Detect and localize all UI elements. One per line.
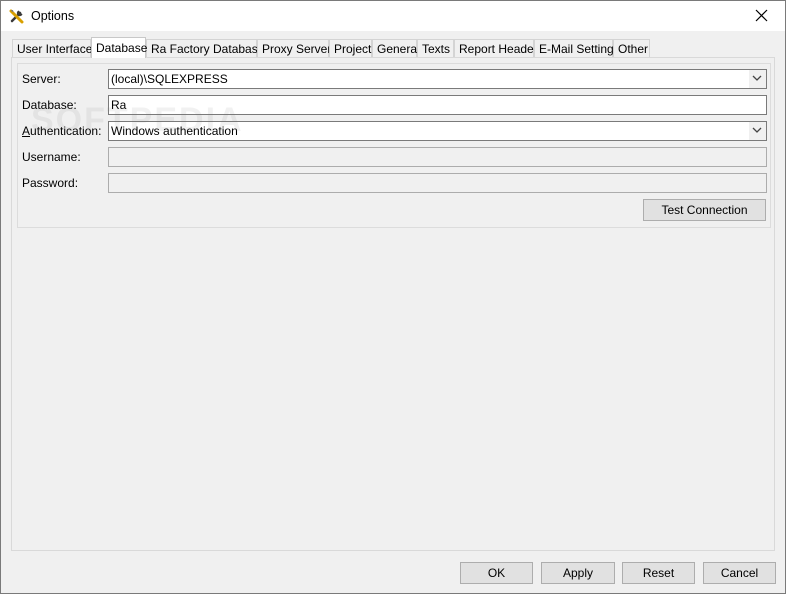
server-dropdown-button[interactable] (748, 70, 766, 88)
tools-icon (9, 8, 25, 24)
apply-button[interactable]: Apply (541, 562, 615, 584)
tab-proxy-server[interactable]: Proxy Server (257, 39, 331, 57)
tab-project[interactable]: Project (329, 39, 372, 57)
window-title: Options (31, 9, 75, 23)
tab-other[interactable]: Other (613, 39, 650, 57)
authentication-label: Authentication: (22, 124, 101, 138)
chevron-down-icon (752, 75, 762, 81)
tab-ra-factory-database[interactable]: Ra Factory Database (146, 39, 264, 57)
password-label: Password: (22, 176, 79, 190)
close-button[interactable] (739, 1, 785, 31)
close-icon (755, 9, 768, 22)
database-input[interactable]: Ra (108, 95, 767, 115)
username-input[interactable] (108, 147, 767, 167)
tab-report-header[interactable]: Report Header (454, 39, 538, 57)
chevron-down-icon (752, 127, 762, 133)
tab-user-interface[interactable]: User Interface (12, 39, 92, 57)
authentication-combobox[interactable]: Windows authentication (108, 121, 767, 141)
tab-texts[interactable]: Texts (417, 39, 454, 57)
database-label: Database: (22, 98, 77, 112)
database-tab-panel: Server: (local)\SQLEXPRESS Database: Ra … (11, 57, 775, 551)
options-window: Options User Interface Database Ra Facto… (0, 0, 786, 594)
authentication-dropdown-button[interactable] (748, 122, 766, 140)
ok-button[interactable]: OK (460, 562, 533, 584)
username-label: Username: (22, 150, 81, 164)
authentication-label-mnemonic: A (22, 124, 31, 138)
test-connection-button[interactable]: Test Connection (643, 199, 766, 221)
tab-database[interactable]: Database (91, 37, 147, 58)
tab-strip: User Interface Database Ra Factory Datab… (12, 37, 782, 58)
authentication-label-rest: uthentication: (30, 124, 102, 138)
server-combobox[interactable]: (local)\SQLEXPRESS (108, 69, 767, 89)
cancel-button[interactable]: Cancel (703, 562, 776, 584)
reset-button[interactable]: Reset (622, 562, 695, 584)
title-bar: Options (1, 1, 785, 31)
authentication-value: Windows authentication (111, 124, 238, 138)
password-input[interactable] (108, 173, 767, 193)
server-label: Server: (22, 72, 61, 86)
tab-general[interactable]: General (372, 39, 420, 57)
tab-email-settings[interactable]: E-Mail Settings (534, 39, 620, 57)
connection-settings-group: Server: (local)\SQLEXPRESS Database: Ra … (17, 63, 771, 228)
server-value: (local)\SQLEXPRESS (111, 72, 228, 86)
